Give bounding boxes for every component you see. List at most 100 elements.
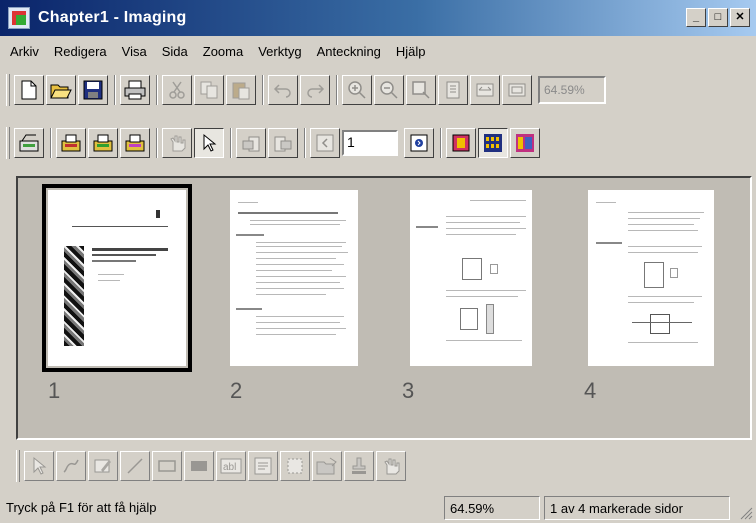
prev-page-icon xyxy=(316,134,334,152)
page-toolbar: 1 xyxy=(6,123,752,163)
toolbar-separator xyxy=(156,75,158,105)
menu-zooma[interactable]: Zooma xyxy=(197,44,252,59)
one-page-button[interactable] xyxy=(446,128,476,158)
zoom-select-button[interactable] xyxy=(406,75,436,105)
open-button[interactable] xyxy=(46,75,76,105)
zoom-select-icon xyxy=(412,81,430,99)
maximize-button[interactable]: □ xyxy=(708,8,728,27)
rubber-stamp-button[interactable] xyxy=(312,451,342,481)
text-tool-label: abl xyxy=(223,462,236,473)
new-button[interactable] xyxy=(14,75,44,105)
stamp-button[interactable] xyxy=(344,451,374,481)
photo-strip xyxy=(64,246,84,346)
figure-box xyxy=(650,314,670,334)
page-thumbnail-3[interactable] xyxy=(410,190,532,366)
page-thumbnail-2[interactable] xyxy=(230,190,358,366)
toolbar-separator xyxy=(336,75,338,105)
paste-button[interactable] xyxy=(226,75,256,105)
cut-button[interactable] xyxy=(162,75,192,105)
app-icon[interactable] xyxy=(8,7,30,29)
figure-box xyxy=(644,262,664,288)
best-fit-button[interactable] xyxy=(438,75,468,105)
rotate-right-button[interactable] xyxy=(268,128,298,158)
hand-button[interactable] xyxy=(376,451,406,481)
filled-rect-icon xyxy=(191,461,207,471)
save-icon xyxy=(83,80,103,100)
fit-width-button[interactable] xyxy=(470,75,500,105)
toolbar-grip[interactable] xyxy=(6,127,10,159)
toolbar-separator xyxy=(114,75,116,105)
scan-new-button[interactable] xyxy=(56,128,86,158)
save-button[interactable] xyxy=(78,75,108,105)
hollow-rect-button[interactable] xyxy=(152,451,182,481)
zoom-out-icon xyxy=(380,81,398,99)
actual-size-button[interactable] xyxy=(502,75,532,105)
resize-grip-icon[interactable] xyxy=(739,506,753,520)
menu-bar: Arkiv Redigera Visa Sida Zooma Verktyg A… xyxy=(0,36,756,66)
freehand-button[interactable] xyxy=(56,451,86,481)
thumbnails-button[interactable] xyxy=(478,128,508,158)
print-icon xyxy=(124,80,146,100)
window-controls: _ □ ✕ xyxy=(686,8,750,27)
toolbar-separator xyxy=(440,128,442,158)
append-scan-button[interactable] xyxy=(120,128,150,158)
menu-visa[interactable]: Visa xyxy=(116,44,156,59)
pointer-icon xyxy=(33,456,47,475)
toolbar-grip[interactable] xyxy=(16,450,20,482)
menu-anteckning[interactable]: Anteckning xyxy=(311,44,390,59)
select-button[interactable] xyxy=(194,128,224,158)
menu-arkiv[interactable]: Arkiv xyxy=(4,44,48,59)
drag-button[interactable] xyxy=(162,128,192,158)
figure-box xyxy=(460,308,478,330)
page-number-input[interactable]: 1 xyxy=(342,130,398,156)
text-from-file-button[interactable] xyxy=(280,451,310,481)
select-icon xyxy=(203,133,217,152)
scan-new-icon xyxy=(61,134,81,152)
thumbnails-icon xyxy=(484,134,502,152)
insert-scan-icon xyxy=(93,134,113,152)
hollow-rect-icon xyxy=(158,460,176,472)
copy-button[interactable] xyxy=(194,75,224,105)
thumbnail-view[interactable]: 1 2 3 4 xyxy=(16,176,752,440)
minimize-button[interactable]: _ xyxy=(686,8,706,27)
zoom-in-button[interactable] xyxy=(342,75,372,105)
text-button[interactable]: abl xyxy=(216,451,246,481)
window-title: Chapter1 - Imaging xyxy=(38,9,187,26)
redo-button[interactable] xyxy=(300,75,330,105)
zoom-out-button[interactable] xyxy=(374,75,404,105)
redo-icon xyxy=(307,84,325,98)
menu-hjalp[interactable]: Hjälp xyxy=(390,44,435,59)
menu-sida[interactable]: Sida xyxy=(156,44,197,59)
line-button[interactable] xyxy=(120,451,150,481)
page-thumbnail-1[interactable] xyxy=(42,184,192,372)
undo-icon xyxy=(273,84,291,98)
highlighter-button[interactable] xyxy=(88,451,118,481)
page-thumbnails-button[interactable] xyxy=(510,128,540,158)
menu-verktyg[interactable]: Verktyg xyxy=(252,44,310,59)
pointer-button[interactable] xyxy=(24,451,54,481)
print-button[interactable] xyxy=(120,75,150,105)
close-button[interactable]: ✕ xyxy=(730,8,750,27)
figure-box xyxy=(490,264,498,274)
prev-page-button[interactable] xyxy=(310,128,340,158)
page-thumbnail-4[interactable] xyxy=(588,190,714,366)
zoom-input[interactable]: 64.59% xyxy=(538,76,606,104)
menu-redigera[interactable]: Redigera xyxy=(48,44,116,59)
toolbar-grip[interactable] xyxy=(6,74,10,106)
next-page-icon xyxy=(410,134,428,152)
cut-icon xyxy=(169,81,185,99)
freehand-icon xyxy=(63,459,79,473)
new-icon xyxy=(21,80,37,100)
scan-icon xyxy=(19,134,39,152)
rotate-left-button[interactable] xyxy=(236,128,266,158)
undo-button[interactable] xyxy=(268,75,298,105)
thumbnail-number: 3 xyxy=(402,378,415,403)
filled-rect-button[interactable] xyxy=(184,451,214,481)
scan-button[interactable] xyxy=(14,128,44,158)
status-bar: Tryck på F1 för att få hjälp 64.59% 1 av… xyxy=(0,494,756,523)
next-page-button[interactable] xyxy=(404,128,434,158)
text-from-file-icon xyxy=(287,458,303,474)
attach-note-button[interactable] xyxy=(248,451,278,481)
insert-scan-button[interactable] xyxy=(88,128,118,158)
line-icon xyxy=(127,458,143,474)
